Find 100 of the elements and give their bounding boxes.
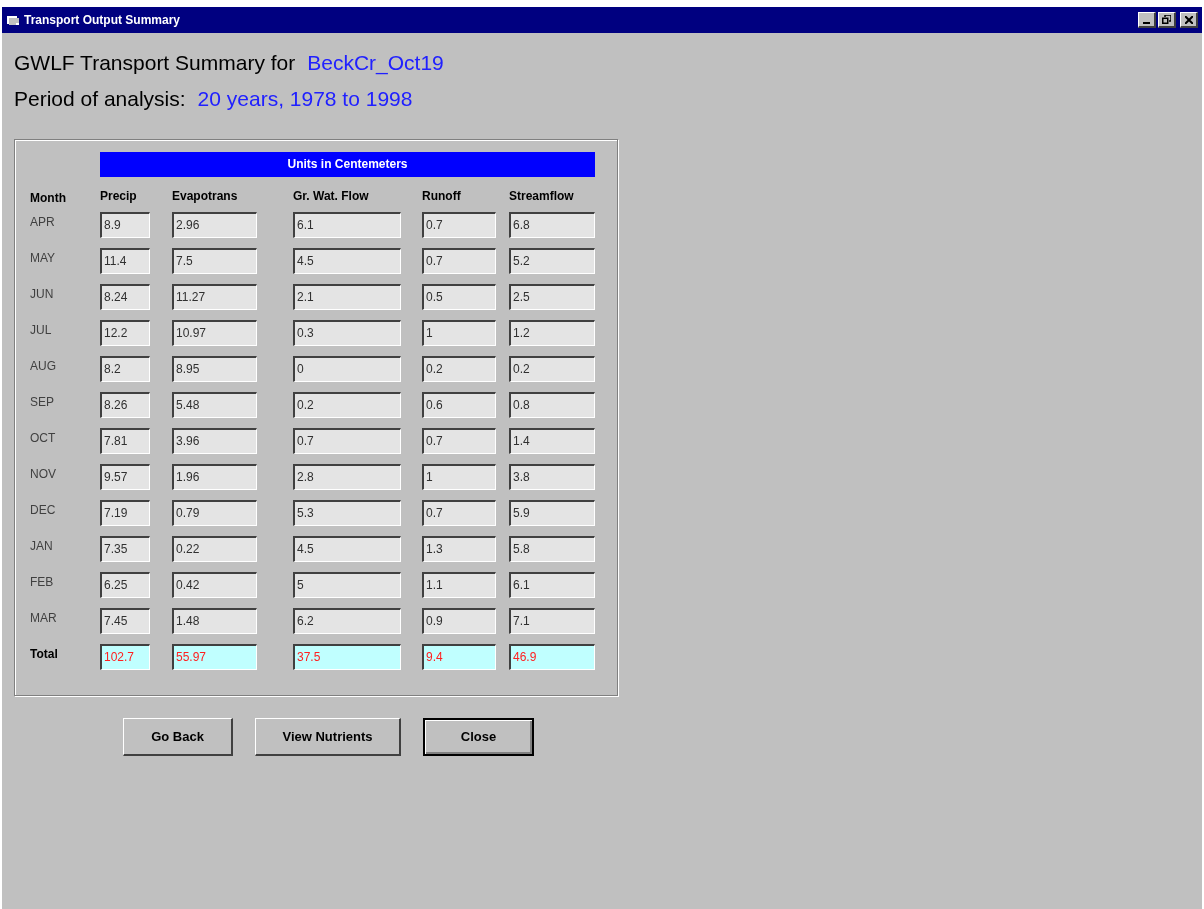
period-value: 20 years, 1978 to 1998 [197,85,413,112]
value-field: 11.4 [100,248,150,274]
column-header: Precip [100,189,137,203]
month-label: MAR [30,611,57,625]
value-field: 2.5 [509,284,595,310]
value-field: 2.96 [172,212,257,238]
value-field: 0.3 [293,320,401,346]
value-field: 3.96 [172,428,257,454]
value-field: 0.7 [293,428,401,454]
value-field: 1 [422,320,496,346]
total-label: Total [30,647,58,661]
value-field: 0.8 [509,392,595,418]
column-header: Evapotrans [172,189,238,203]
value-field: 0.7 [422,212,496,238]
value-field: 1.2 [509,320,595,346]
value-field: 7.81 [100,428,150,454]
window-title: Transport Output Summary [24,12,181,29]
month-label: MAY [30,251,56,265]
value-field: 7.5 [172,248,257,274]
value-field: 5.8 [509,536,595,562]
units-banner: Units in Centemeters [100,152,595,177]
value-field: 5.48 [172,392,257,418]
value-field: 0.22 [172,536,257,562]
value-field: 5.2 [509,248,595,274]
total-field: 9.4 [422,644,496,670]
month-label: OCT [30,431,56,445]
dialog-button[interactable]: Go Back [123,718,233,756]
month-label: AUG [30,359,56,373]
value-field: 1 [422,464,496,490]
close-button[interactable] [1180,12,1198,28]
value-field: 2.1 [293,284,401,310]
month-label: FEB [30,575,54,589]
month-label: JUN [30,287,54,301]
heading-label: GWLF Transport Summary for [14,50,296,76]
value-field: 5.3 [293,500,401,526]
value-field: 7.19 [100,500,150,526]
value-field: 0.7 [422,428,496,454]
month-label: SEP [30,395,54,409]
value-field: 3.8 [509,464,595,490]
app-icon [6,14,20,26]
minimize-button[interactable] [1138,12,1156,28]
value-field: 0.7 [422,500,496,526]
value-field: 8.95 [172,356,257,382]
month-label: DEC [30,503,56,517]
month-label: JUL [30,323,52,337]
value-field: 6.8 [509,212,595,238]
value-field: 9.57 [100,464,150,490]
month-label: JAN [30,539,53,553]
value-field: 2.8 [293,464,401,490]
month-label: APR [30,215,55,229]
value-field: 8.2 [100,356,150,382]
value-field: 0.9 [422,608,496,634]
value-field: 0.42 [172,572,257,598]
column-header: Runoff [422,189,461,203]
value-field: 6.2 [293,608,401,634]
project-name: BeckCr_Oct19 [307,50,444,77]
value-field: 5.9 [509,500,595,526]
column-header: Gr. Wat. Flow [293,189,369,203]
month-label: NOV [30,467,56,481]
total-field: 102.7 [100,644,150,670]
value-field: 4.5 [293,248,401,274]
dialog-button[interactable]: View Nutrients [255,718,401,756]
total-field: 55.97 [172,644,257,670]
total-field: 46.9 [509,644,595,670]
value-field: 12.2 [100,320,150,346]
value-field: 8.24 [100,284,150,310]
value-field: 0.2 [293,392,401,418]
total-field: 37.5 [293,644,401,670]
value-field: 0.2 [422,356,496,382]
column-header: Streamflow [509,189,574,203]
value-field: 11.27 [172,284,257,310]
value-field: 10.97 [172,320,257,346]
value-field: 0.7 [422,248,496,274]
value-field: 6.25 [100,572,150,598]
value-field: 8.9 [100,212,150,238]
value-field: 1.3 [422,536,496,562]
value-field: 5 [293,572,401,598]
value-field: 7.45 [100,608,150,634]
value-field: 7.35 [100,536,150,562]
value-field: 1.96 [172,464,257,490]
value-field: 1.48 [172,608,257,634]
value-field: 0.2 [509,356,595,382]
column-header: Month [30,190,67,207]
value-field: 1.1 [422,572,496,598]
close-icon [1184,15,1193,24]
value-field: 8.26 [100,392,150,418]
value-field: 0.5 [422,284,496,310]
value-field: 0.6 [422,392,496,418]
minimize-icon [1143,22,1150,24]
value-field: 6.1 [293,212,401,238]
restore-icon [1162,15,1171,24]
period-label: Period of analysis: [14,85,186,112]
dialog-button[interactable]: Close [423,718,534,756]
value-field: 0.79 [172,500,257,526]
restore-button[interactable] [1158,12,1176,28]
value-field: 4.5 [293,536,401,562]
value-field: 7.1 [509,608,595,634]
value-field: 0 [293,356,401,382]
value-field: 6.1 [509,572,595,598]
value-field: 1.4 [509,428,595,454]
